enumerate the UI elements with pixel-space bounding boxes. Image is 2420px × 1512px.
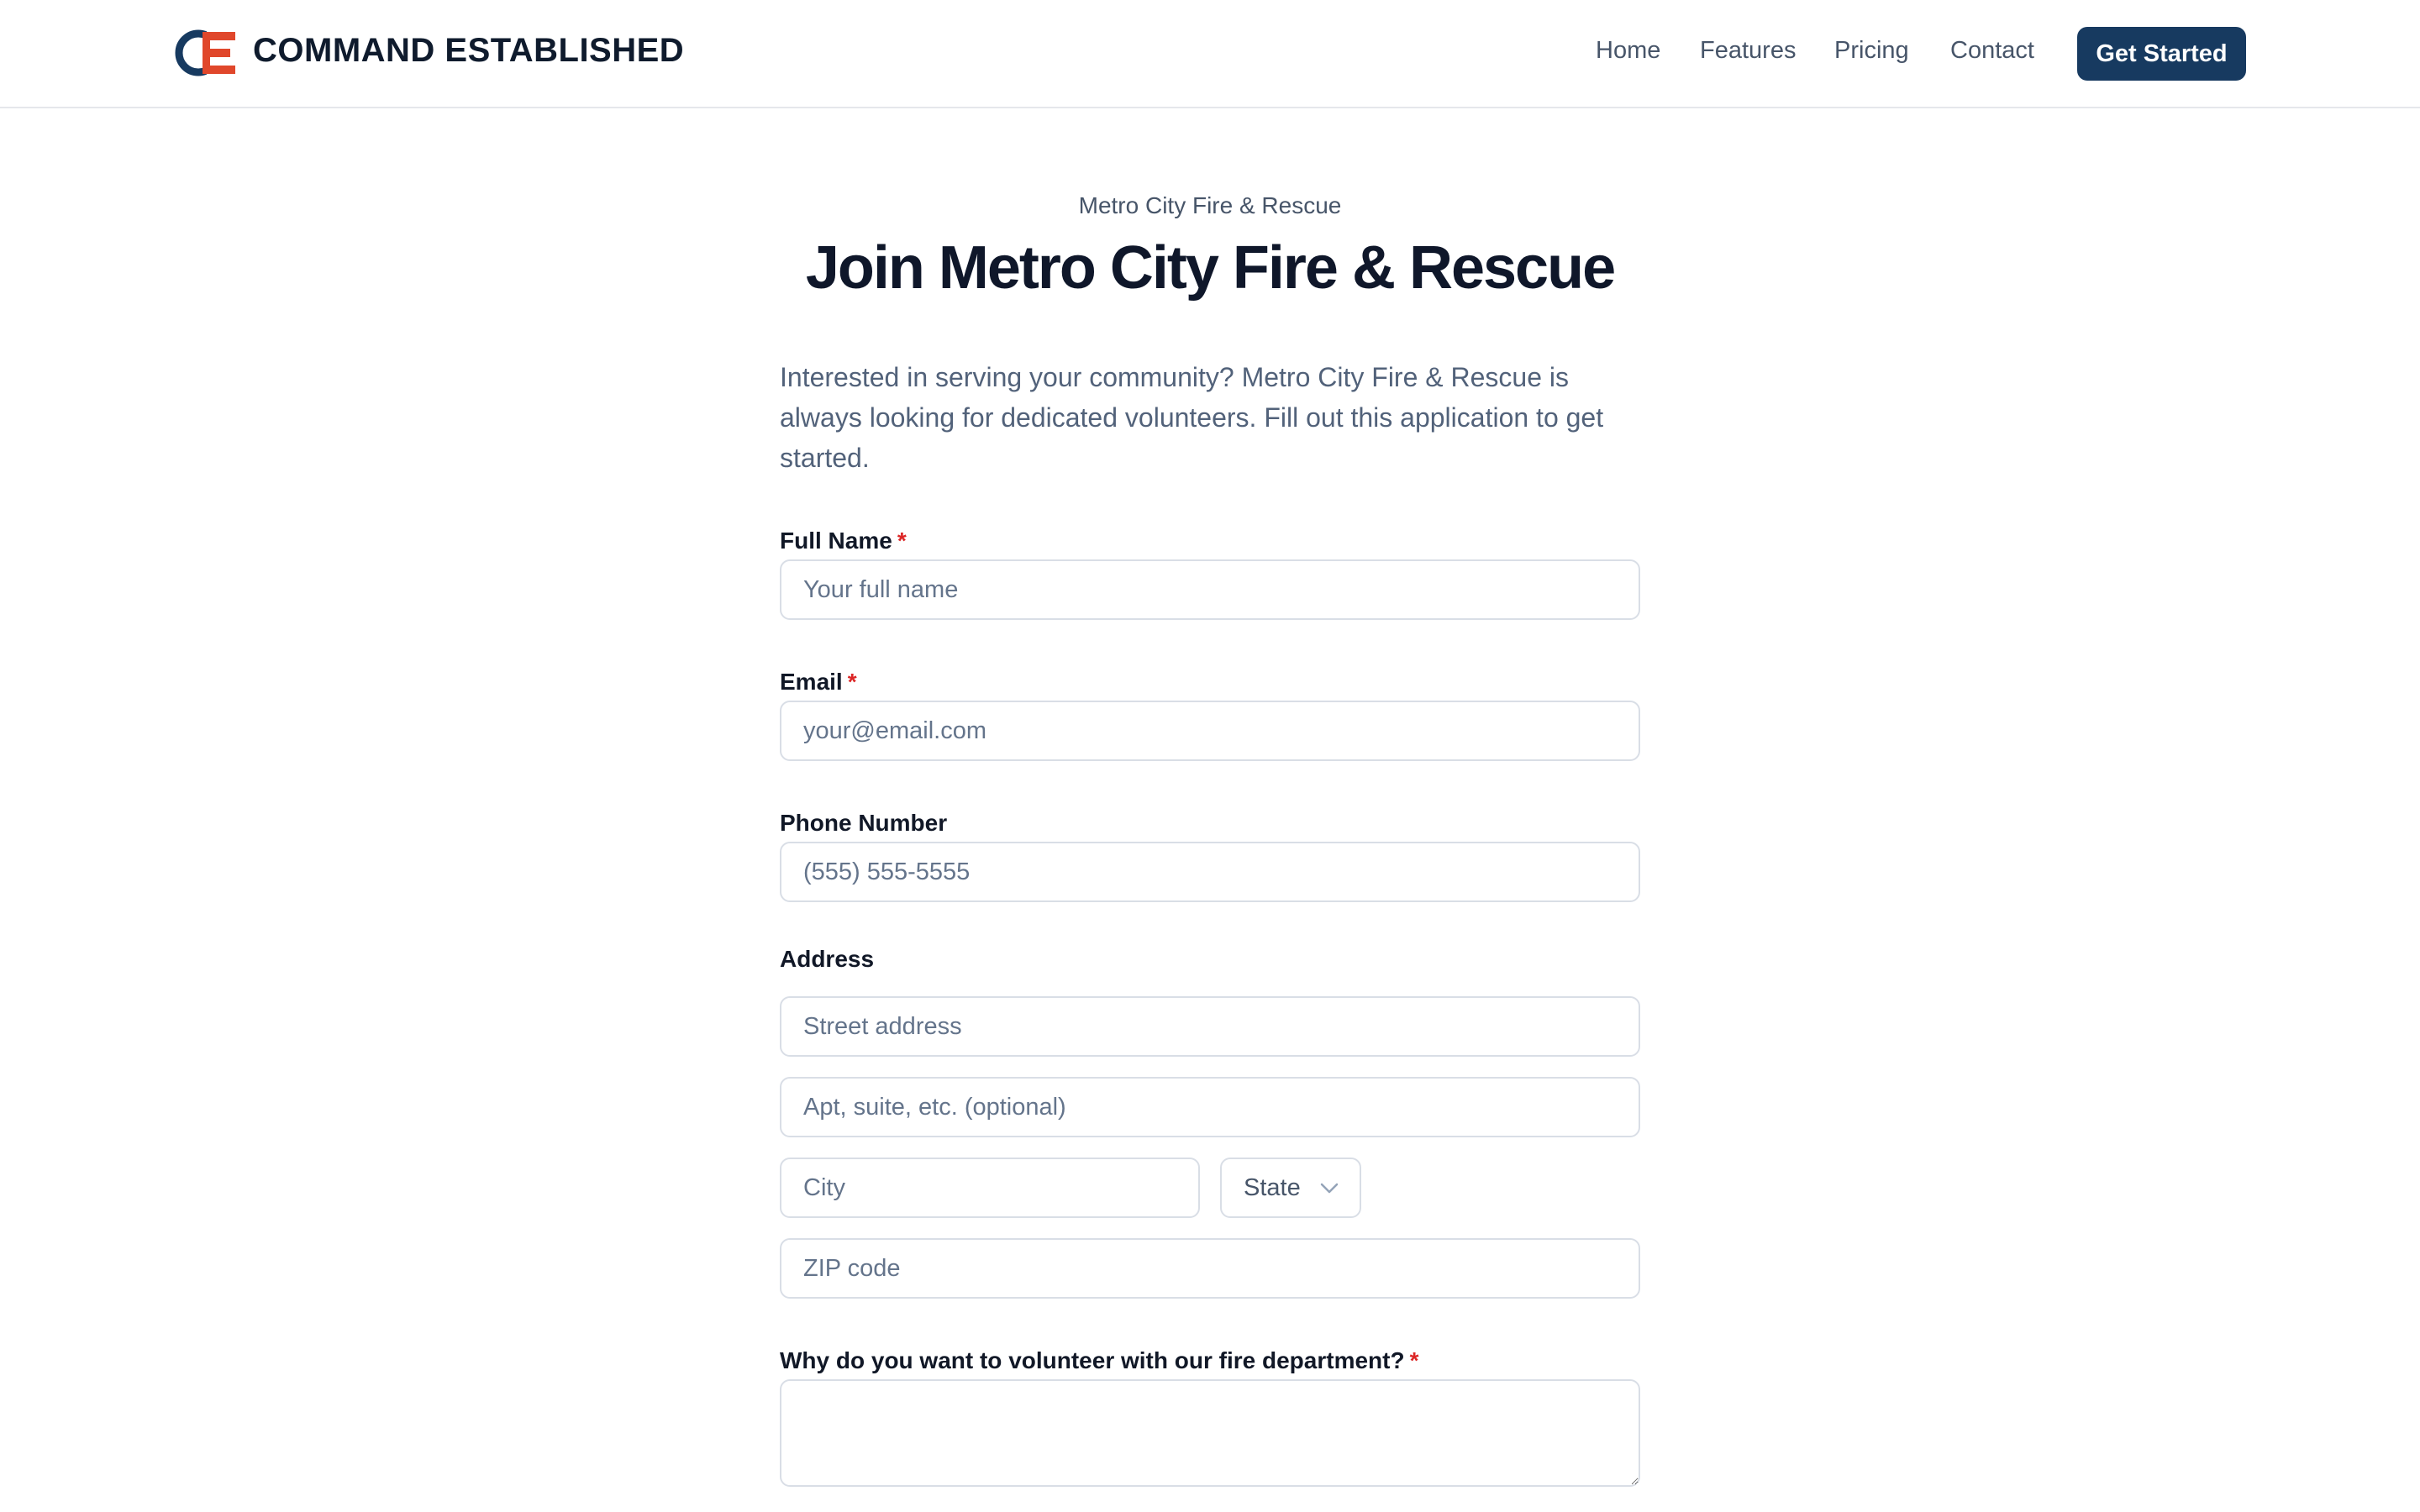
- email-label: Email *: [780, 669, 857, 696]
- why-volunteer-textarea[interactable]: [780, 1379, 1640, 1487]
- zip-code-input[interactable]: [780, 1238, 1640, 1299]
- required-mark: *: [897, 528, 907, 554]
- city-input[interactable]: [780, 1158, 1200, 1218]
- nav-contact[interactable]: Contact: [1950, 37, 2034, 65]
- intro-text: Interested in serving your community? Me…: [780, 362, 1604, 473]
- why-volunteer-label-text: Why do you want to volunteer with our fi…: [780, 1347, 1405, 1373]
- email-label-text: Email: [780, 669, 843, 695]
- site-header: COMMAND ESTABLISHED Home Features Pricin…: [0, 0, 2420, 108]
- phone-label: Phone Number: [780, 810, 948, 836]
- nav-features[interactable]: Features: [1700, 37, 1796, 65]
- state-select-value: State: [1244, 1173, 1301, 1201]
- nav-pricing[interactable]: Pricing: [1834, 37, 1909, 65]
- ce-logo-icon[interactable]: [173, 25, 237, 81]
- email-input[interactable]: [780, 701, 1640, 761]
- full-name-label-text: Full Name: [780, 528, 892, 554]
- required-mark: *: [847, 669, 857, 695]
- apt-suite-input[interactable]: [780, 1077, 1640, 1137]
- department-eyebrow: Metro City Fire & Rescue: [1078, 192, 1342, 218]
- full-name-label: Full Name *: [780, 528, 907, 554]
- brand-name[interactable]: COMMAND ESTABLISHED: [253, 32, 684, 70]
- phone-input[interactable]: [780, 842, 1640, 902]
- state-select[interactable]: State: [1220, 1158, 1361, 1218]
- why-volunteer-label: Why do you want to volunteer with our fi…: [780, 1347, 1418, 1374]
- nav-home[interactable]: Home: [1596, 37, 1660, 65]
- address-label: Address: [780, 946, 875, 972]
- page-title: Join Metro City Fire & Rescue: [805, 234, 1616, 302]
- chevron-down-icon: [1320, 1183, 1339, 1194]
- required-mark: *: [1409, 1347, 1419, 1373]
- street-address-input[interactable]: [780, 996, 1640, 1057]
- full-name-input[interactable]: [780, 559, 1640, 620]
- get-started-button[interactable]: Get Started: [2077, 27, 2246, 81]
